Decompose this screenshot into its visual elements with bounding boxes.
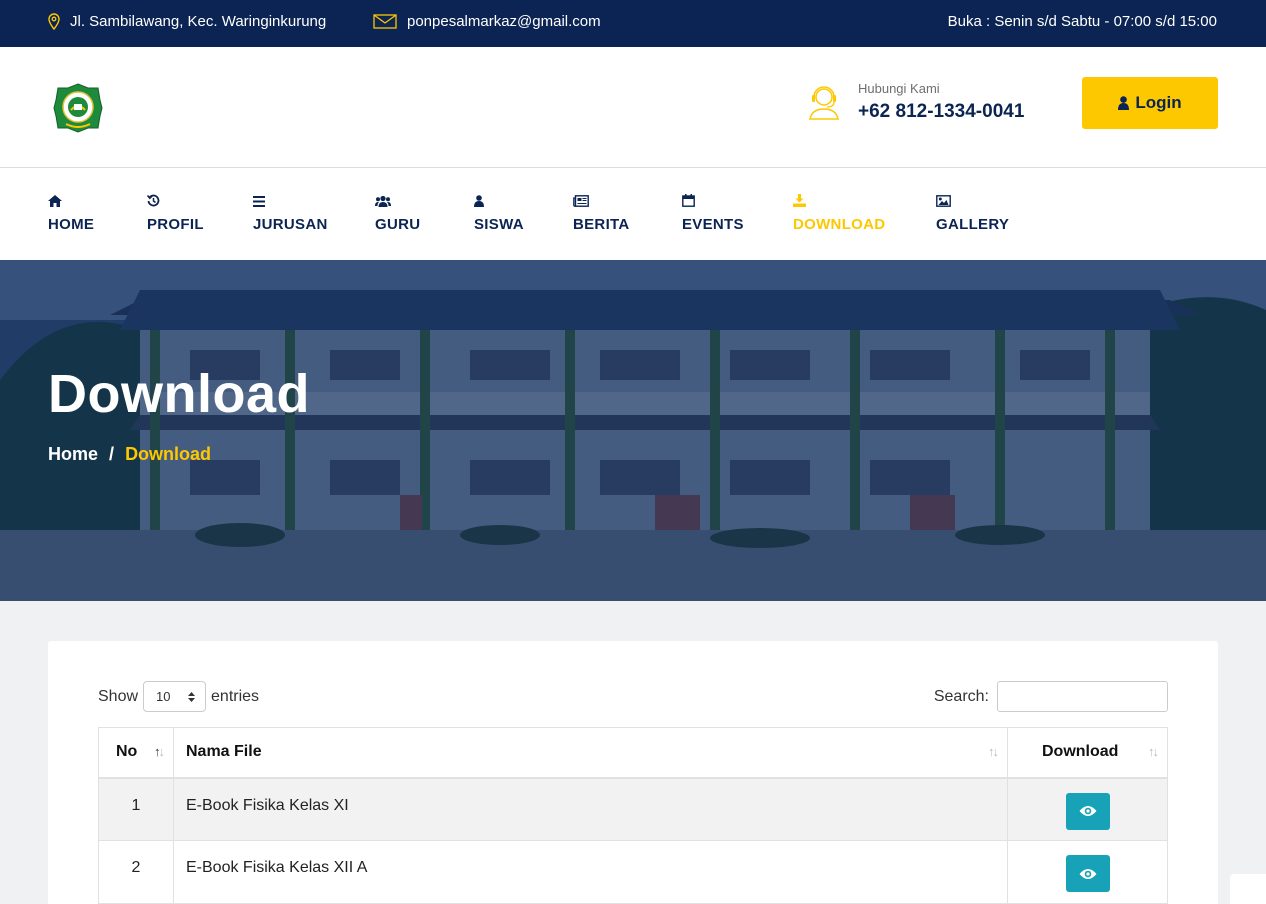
email-text[interactable]: ponpesalmarkaz@gmail.com (407, 13, 601, 30)
address-info: Jl. Sambilawang, Kec. Waringinkurung (48, 13, 326, 30)
column-header-download[interactable]: Download ↑↓ (1007, 727, 1168, 779)
sort-asc-icon: ↑↓ (154, 744, 165, 759)
search-label: Search: (933, 687, 989, 705)
nav-item-jurusan[interactable]: JURUSAN (253, 194, 328, 233)
sort-icon: ↑↓ (1148, 744, 1159, 759)
entries-value: 10 (156, 689, 171, 704)
download-cell (1007, 777, 1168, 841)
file-name: E-Book Fisika Kelas XI (173, 777, 1008, 841)
entries-label: entries (211, 687, 260, 705)
nav-item-download[interactable]: DOWNLOAD (793, 194, 885, 233)
nav-label: GALLERY (936, 216, 1010, 233)
floating-widget-corner[interactable] (1230, 874, 1266, 904)
contact-phone[interactable]: +62 812-1334-0041 (858, 101, 1024, 123)
row-number: 2 (98, 840, 174, 904)
envelope-icon (373, 14, 397, 29)
home-icon (48, 195, 62, 207)
email-info[interactable]: ponpesalmarkaz@gmail.com (373, 13, 601, 30)
row-number: 1 (98, 777, 174, 841)
opening-hours: Buka : Senin s/d Sabtu - 07:00 s/d 15:00 (947, 13, 1217, 30)
download-cell (1007, 840, 1168, 904)
nav-item-home[interactable]: HOME (48, 194, 94, 233)
entries-length-control: Show 10 entries (98, 681, 259, 712)
eye-icon (1079, 806, 1096, 816)
nav-item-guru[interactable]: GURU (375, 194, 420, 233)
download-table: No ↑↓ Nama File ↑↓ Download ↑↓ 1 E-Book … (98, 727, 1168, 904)
download-icon (793, 194, 806, 207)
nav-label: JURUSAN (253, 216, 328, 233)
user-icon (1118, 96, 1130, 110)
nav-item-berita[interactable]: BERITA (573, 194, 630, 233)
nav-label: HOME (48, 216, 95, 233)
sort-icon: ↑↓ (988, 744, 999, 759)
login-label: Login (1135, 93, 1182, 112)
nav-label: EVENTS (682, 216, 744, 233)
page-title: Download (48, 364, 310, 424)
main-nav: HOME PROFIL JURUSAN GURU SISWA BERITA EV… (0, 168, 1266, 260)
image-icon (936, 195, 951, 207)
nav-item-siswa[interactable]: SISWA (474, 194, 524, 233)
breadcrumb-home[interactable]: Home (48, 444, 98, 464)
school-logo[interactable] (52, 82, 104, 134)
nav-label: SISWA (474, 216, 524, 233)
contact-label: Hubungi Kami (858, 81, 940, 96)
nav-item-profil[interactable]: PROFIL (146, 194, 204, 233)
page-banner: Download Home / Download (0, 260, 1266, 601)
select-arrows-icon (188, 691, 196, 702)
map-pin-icon (48, 13, 60, 30)
column-header-no[interactable]: No ↑↓ (98, 727, 174, 779)
eye-icon (1079, 868, 1096, 879)
nav-label: BERITA (573, 216, 630, 233)
headset-support-icon (809, 86, 839, 120)
table-row: 1 E-Book Fisika Kelas XI (98, 777, 1168, 841)
breadcrumb-separator: / (109, 444, 115, 464)
nav-item-events[interactable]: EVENTS (682, 194, 744, 233)
calendar-icon (682, 194, 695, 207)
nav-item-gallery[interactable]: GALLERY (936, 194, 1009, 233)
top-info-bar: Jl. Sambilawang, Kec. Waringinkurung pon… (0, 0, 1266, 47)
nav-label: PROFIL (147, 216, 204, 233)
user-icon (474, 195, 484, 207)
users-icon (375, 195, 391, 207)
entries-select[interactable]: 10 (143, 681, 207, 712)
table-row: 2 E-Book Fisika Kelas XII A (98, 840, 1168, 904)
download-table-card: Show 10 entries Search: No ↑↓ Nama File … (48, 641, 1218, 904)
search-input[interactable] (997, 681, 1168, 712)
nav-label: GURU (375, 216, 421, 233)
table-search: Search: (934, 681, 1168, 712)
column-header-nama-file[interactable]: Nama File ↑↓ (173, 727, 1008, 779)
breadcrumb-current: Download (125, 444, 212, 464)
file-name: E-Book Fisika Kelas XII A (173, 840, 1008, 904)
banner-overlay (0, 260, 1266, 601)
view-file-button[interactable] (1065, 792, 1110, 830)
site-header: Hubungi Kami +62 812-1334-0041 Login (0, 47, 1266, 168)
show-label: Show (98, 687, 139, 705)
nav-label: DOWNLOAD (793, 216, 886, 233)
breadcrumb: Home / Download (48, 444, 211, 465)
bars-icon (253, 196, 265, 207)
contact-block: Hubungi Kami +62 812-1334-0041 (805, 81, 1024, 123)
address-text: Jl. Sambilawang, Kec. Waringinkurung (70, 13, 327, 30)
login-button[interactable]: Login (1082, 77, 1218, 129)
view-file-button[interactable] (1065, 855, 1110, 892)
history-icon (146, 194, 160, 207)
newspaper-icon (573, 195, 589, 207)
